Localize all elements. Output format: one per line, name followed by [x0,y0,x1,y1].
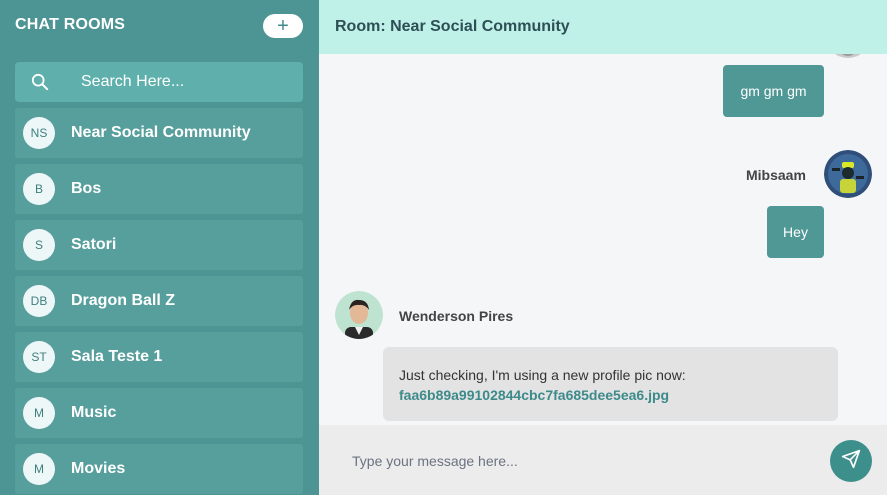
message-sender: Wenderson Pires [399,308,514,324]
sidebar: CHAT ROOMS + Search Here... NS Near Soci… [0,0,319,495]
room-item-near-social-community[interactable]: NS Near Social Community [15,108,303,158]
room-name: Bos [71,180,102,197]
sidebar-title: CHAT ROOMS [15,16,126,33]
user-avatar [824,54,872,58]
search-box[interactable]: Search Here... [15,62,303,102]
room-name: Music [71,404,117,421]
room-avatar: NS [23,117,55,149]
room-item-movies[interactable]: M Movies [15,444,303,494]
add-room-button[interactable]: + [263,14,303,38]
message-bubble: gm gm gm [723,65,824,117]
message-text: Hey [783,224,808,240]
message-composer: Type your message here... [319,425,887,495]
send-button[interactable] [830,440,872,482]
room-name: Movies [71,460,126,477]
room-item-satori[interactable]: S Satori [15,220,303,270]
search-input[interactable]: Search Here... [81,73,184,91]
plus-icon: + [277,15,289,37]
room-title: Room: Near Social Community [335,18,570,35]
message-bubble: Hey [767,206,824,258]
user-avatar [335,291,383,339]
message-list[interactable]: gm gm gm Mibsaam Hey Wenderson Pires Jus… [319,54,887,425]
room-header: Room: Near Social Community [319,0,887,54]
room-item-music[interactable]: M Music [15,388,303,438]
room-item-sala-teste-1[interactable]: ST Sala Teste 1 [15,332,303,382]
message-text: gm gm gm [740,83,807,99]
user-avatar [824,150,872,198]
room-avatar: B [23,173,55,205]
room-avatar: M [23,397,55,429]
attachment-link[interactable]: faa6b89a99102844cbc7fa685dee5ea6.jpg [399,385,822,405]
send-icon [841,449,861,474]
room-name: Near Social Community [71,124,251,141]
room-name: Satori [71,236,117,253]
room-name: Dragon Ball Z [71,292,176,309]
message-text: Just checking, I'm using a new profile p… [399,367,686,383]
room-item-dragon-ball-z[interactable]: DB Dragon Ball Z [15,276,303,326]
message-bubble: Just checking, I'm using a new profile p… [383,347,838,421]
room-avatar: ST [23,341,55,373]
room-name: Sala Teste 1 [71,348,163,365]
message-input[interactable]: Type your message here... [352,453,518,469]
room-avatar: S [23,229,55,261]
message-sender: Mibsaam [746,167,806,183]
room-avatar: M [23,453,55,485]
search-icon [15,73,65,91]
room-item-bos[interactable]: B Bos [15,164,303,214]
room-avatar: DB [23,285,55,317]
